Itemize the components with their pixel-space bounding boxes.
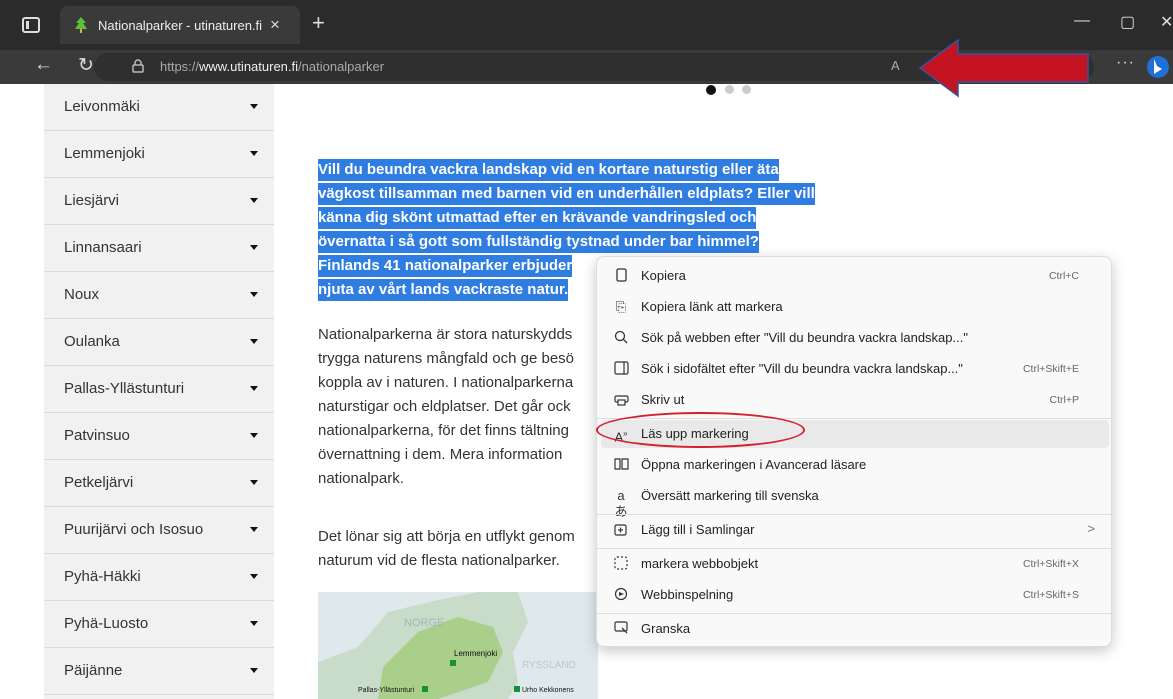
- tab-actions-icon[interactable]: [22, 17, 40, 33]
- chevron-down-icon: [250, 339, 258, 344]
- paragraph-line: naturstigar och eldplatser. Det går ock: [318, 398, 571, 415]
- sidebar-search-icon: [613, 361, 629, 377]
- copy-link-icon: ⎘: [615, 299, 627, 314]
- print-icon: [613, 392, 629, 408]
- paragraph-line: koppla av i naturen. I nationalparkerna: [318, 374, 574, 391]
- read-aloud-icon[interactable]: A: [891, 58, 900, 73]
- back-arrow-icon[interactable]: ←: [34, 54, 53, 76]
- selected-text-line: vägkost tillsamman med barnen vid en und…: [318, 183, 815, 205]
- menu-item-translate[interactable]: aあ Översätt markering till svenska: [601, 482, 1109, 519]
- menu-item-immersive-reader[interactable]: Öppna markeringen i Avancerad läsare: [601, 451, 1109, 479]
- paragraph-line: Nationalparkerna är stora naturskydds: [318, 326, 573, 343]
- park-sidebar: Leivonmäki Lemmenjoki Liesjärvi Linnansa…: [44, 84, 274, 699]
- copy-icon: [613, 268, 629, 284]
- minimize-button[interactable]: —: [1074, 12, 1090, 30]
- inspect-icon: [613, 621, 629, 637]
- tab-title: Nationalparker - utinaturen.fi: [98, 18, 263, 33]
- sidebar-item-pyha-hakki[interactable]: Pyhä-Häkki: [44, 554, 274, 601]
- favicon-icon: [75, 17, 87, 33]
- url-text: https://www.utinaturen.fi/nationalparker: [160, 59, 385, 74]
- annotation-oval: [596, 412, 805, 448]
- sidebar-item-liesjarvi[interactable]: Liesjärvi: [44, 178, 274, 225]
- chevron-down-icon: [250, 574, 258, 579]
- menu-item-search-web[interactable]: Sök på webben efter "Vill du beundra vac…: [601, 324, 1109, 352]
- window-close-button[interactable]: ✕: [1160, 12, 1173, 32]
- context-menu: Kopiera Ctrl+C ⎘ Kopiera länk att marker…: [596, 256, 1112, 647]
- annotation-arrow-icon: [918, 38, 1089, 98]
- refresh-icon[interactable]: ↻: [78, 54, 94, 77]
- chevron-down-icon: [250, 621, 258, 626]
- chevron-down-icon: [250, 480, 258, 485]
- park-marker[interactable]: [514, 686, 520, 692]
- sidebar-item-patvinsuo[interactable]: Patvinsuo: [44, 413, 274, 460]
- sidebar-item-paijanne[interactable]: Päijänne: [44, 648, 274, 695]
- bing-copilot-icon[interactable]: [1146, 54, 1170, 80]
- chevron-down-icon: [250, 433, 258, 438]
- selected-text-line: Finlands 41 nationalparker erbjuder: [318, 255, 573, 277]
- tab-close-button[interactable]: ×: [270, 15, 280, 35]
- sidebar-item-linnansaari[interactable]: Linnansaari: [44, 225, 274, 272]
- chevron-down-icon: [250, 104, 258, 109]
- map-label-lemmenjoki: Lemmenjoki: [454, 649, 497, 658]
- lock-icon: [132, 59, 144, 73]
- paragraph-line: Det lönar sig att börja en utflykt genom: [318, 528, 575, 545]
- chevron-down-icon: [250, 198, 258, 203]
- menu-item-search-sidebar[interactable]: Sök i sidofältet efter "Vill du beundra …: [601, 355, 1109, 383]
- immersive-reader-icon: [613, 457, 629, 473]
- sidebar-item-pallas[interactable]: Pallas-Yllästunturi: [44, 366, 274, 413]
- web-select-icon: [613, 556, 629, 572]
- chevron-down-icon: [250, 292, 258, 297]
- national-parks-map[interactable]: NORGE Lemmenjoki RYSSLAND Pallas-Yllästu…: [318, 592, 598, 699]
- menu-item-web-select[interactable]: markera webbobjekt Ctrl+Skift+X: [601, 550, 1109, 578]
- chevron-down-icon: [250, 151, 258, 156]
- chevron-down-icon: [250, 386, 258, 391]
- selected-text-line: känna dig skönt utmattad efter en krävan…: [318, 207, 757, 229]
- paragraph-line: trygga naturens mångfald och ge besö: [318, 350, 575, 367]
- sidebar-item-leivonmaki[interactable]: Leivonmäki: [44, 84, 274, 131]
- menu-separator: [597, 514, 1111, 515]
- sidebar-item-petkeljarvi[interactable]: Petkeljärvi: [44, 460, 274, 507]
- chevron-down-icon: [250, 245, 258, 250]
- carousel-dot-active[interactable]: [706, 85, 716, 95]
- carousel-dot[interactable]: [742, 85, 751, 94]
- paragraph-line: nationalpark.: [318, 470, 404, 487]
- chevron-down-icon: [250, 668, 258, 673]
- map-label-urho: Urho Kekkonens: [522, 687, 574, 694]
- paragraph-line: naturum vid de flesta nationalparker.: [318, 552, 560, 569]
- maximize-button[interactable]: ▢: [1120, 12, 1135, 32]
- map-label-norge: NORGE: [404, 617, 444, 629]
- selected-text-line: övernatta i så gott som fullständig tyst…: [318, 231, 759, 253]
- menu-item-collections[interactable]: Lägg till i Samlingar >: [601, 516, 1109, 544]
- menu-separator: [597, 613, 1111, 614]
- chevron-down-icon: [250, 527, 258, 532]
- collections-icon: [613, 522, 629, 538]
- new-tab-button[interactable]: +: [312, 10, 325, 36]
- menu-separator: [597, 548, 1111, 549]
- sidebar-item-pyha-luosto[interactable]: Pyhä-Luosto: [44, 601, 274, 648]
- search-icon: [613, 330, 629, 346]
- park-marker[interactable]: [450, 660, 456, 666]
- chevron-right-icon: >: [1087, 521, 1095, 536]
- selected-text-line: njuta av vårt lands vackraste natur.: [318, 279, 569, 301]
- web-capture-icon: [613, 587, 629, 603]
- menu-item-print[interactable]: Skriv ut Ctrl+P: [601, 386, 1109, 414]
- menu-item-inspect[interactable]: Granska: [601, 615, 1109, 643]
- sidebar-item-noux[interactable]: Noux: [44, 272, 274, 319]
- translate-icon: aあ: [614, 488, 628, 519]
- map-label-pallas: Pallas-Yllästunturi: [358, 687, 414, 694]
- park-marker[interactable]: [422, 686, 428, 692]
- selected-text-line: Vill du beundra vackra landskap vid en k…: [318, 159, 779, 181]
- more-menu-button[interactable]: ···: [1116, 54, 1135, 72]
- menu-item-copy[interactable]: Kopiera Ctrl+C: [601, 262, 1109, 290]
- paragraph-line: nationalparkerna, för det finns tältning: [318, 422, 569, 439]
- sidebar-item-oulanka[interactable]: Oulanka: [44, 319, 274, 366]
- map-label-ryssland: RYSSLAND: [522, 660, 576, 671]
- sidebar-item-lemmenjoki[interactable]: Lemmenjoki: [44, 131, 274, 178]
- menu-item-web-capture[interactable]: Webbinspelning Ctrl+Skift+S: [601, 581, 1109, 609]
- menu-item-copy-link[interactable]: ⎘ Kopiera länk att markera: [601, 293, 1109, 321]
- sidebar-item-puurijarvi[interactable]: Puurijärvi och Isosuo: [44, 507, 274, 554]
- browser-tab[interactable]: Nationalparker - utinaturen.fi ×: [60, 6, 300, 44]
- paragraph-line: övernattning i dem. Mera information: [318, 446, 563, 463]
- carousel-dot[interactable]: [725, 85, 734, 94]
